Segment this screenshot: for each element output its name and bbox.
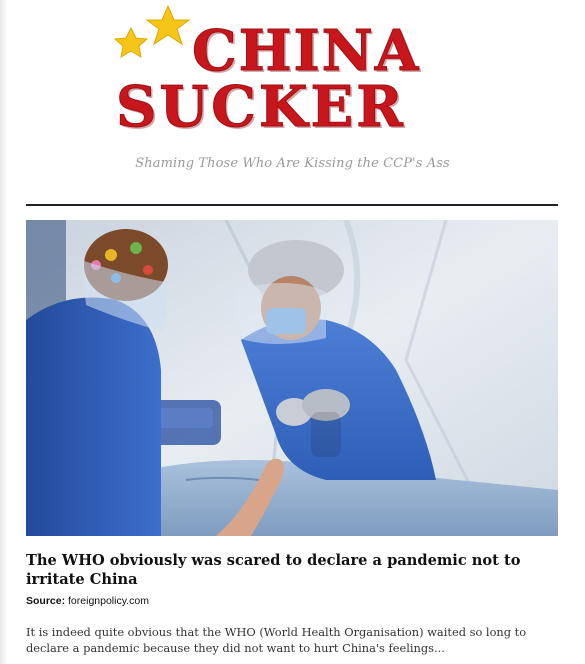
healthcare-workers-photo [26, 220, 558, 536]
source-value[interactable]: foreignpolicy.com [68, 595, 149, 607]
source-label: Source: [26, 595, 66, 607]
article-image[interactable] [26, 220, 558, 536]
article-title[interactable]: The WHO obviously was scared to declare … [26, 551, 556, 589]
site-logo[interactable]: CHINA CHINA SUCKER SUCKER [112, 4, 472, 134]
header-divider [26, 204, 558, 206]
article-excerpt: It is indeed quite obvious that the WHO … [26, 625, 527, 655]
article-source: Source: foreignpolicy.com [26, 595, 149, 607]
page-edge-shadow [0, 0, 8, 664]
star-large-icon [145, 4, 191, 46]
logo-graphic: CHINA CHINA SUCKER SUCKER [113, 4, 420, 134]
logo-line2: SUCKER [116, 74, 406, 134]
star-small-icon [113, 26, 149, 58]
site-tagline: Shaming Those Who Are Kissing the CCP's … [135, 156, 450, 171]
